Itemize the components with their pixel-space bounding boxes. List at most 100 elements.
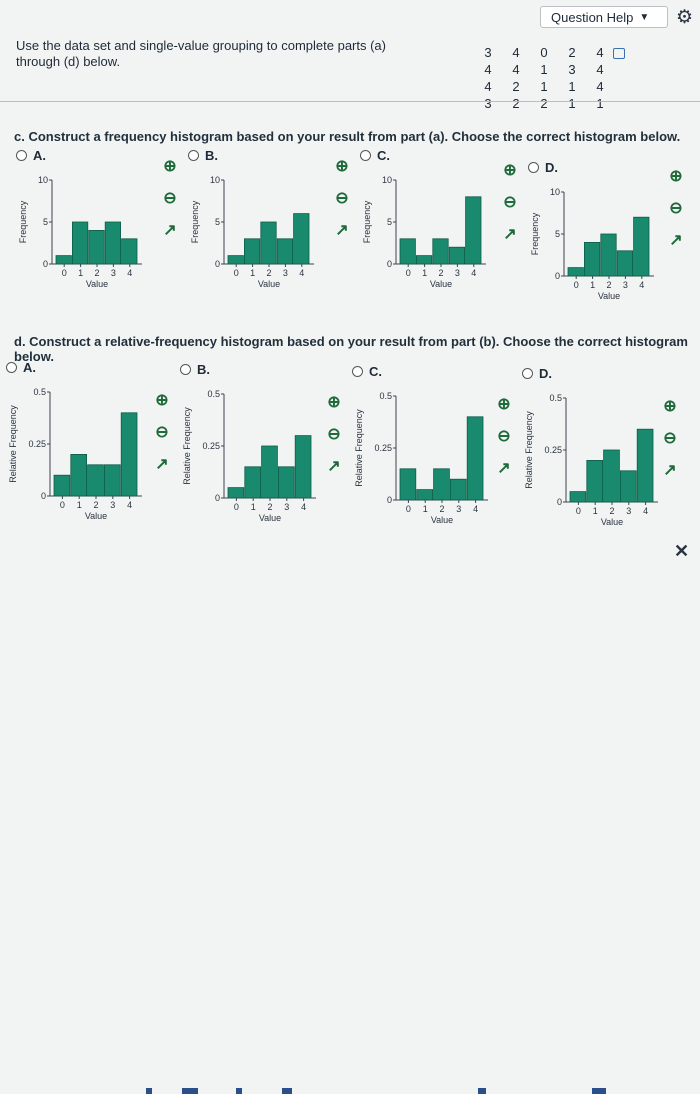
zoom-out-icon[interactable]: ⊖ [494,426,514,446]
zoom-out-icon[interactable]: ⊖ [324,424,344,444]
y-tick-label: 0 [215,493,220,503]
x-tick-label: 4 [301,502,306,512]
histogram-chart: Frequency 0 5 10 0 1 2 3 4 Value [18,175,142,289]
radio-button[interactable] [180,364,191,375]
histogram-bar [569,491,587,503]
option-radio-row[interactable]: A. [6,360,36,375]
zoom-out-icon[interactable]: ⊖ [660,428,680,448]
y-tick-label: 0 [43,259,48,269]
open-new-window-icon[interactable]: ↗ [500,224,520,244]
zoom-in-icon[interactable]: ⊕ [152,390,172,410]
zoom-in-icon[interactable]: ⊕ [332,156,352,176]
x-tick-label: 1 [422,268,427,278]
option-letter: A. [33,148,46,163]
y-tick-label: 0.5 [33,387,46,397]
option-radio-row[interactable]: C. [360,148,390,163]
toolbar-glyph [478,1088,486,1094]
top-bar: Question Help ▼ ⚙ [0,0,700,32]
x-axis-label: Value [259,513,281,523]
option-radio-row[interactable]: B. [180,362,210,377]
x-tick-label: 3 [456,504,461,514]
radio-button[interactable] [16,150,27,161]
histogram-bar [104,221,121,265]
x-tick-label: 2 [438,268,443,278]
close-icon[interactable]: ✕ [674,541,689,562]
copy-data-icon[interactable] [613,48,625,59]
data-row: 4 2 1 1 4 [474,78,614,95]
option-radio-row[interactable]: D. [522,366,552,381]
open-new-window-icon[interactable]: ↗ [152,454,172,474]
histogram-bar [70,454,88,497]
option-letter: B. [205,148,218,163]
zoom-out-icon[interactable]: ⊖ [666,198,686,218]
option-radio-row[interactable]: B. [188,148,218,163]
y-tick-label: 0 [555,271,560,281]
x-tick-label: 4 [471,268,476,278]
histogram-bar [633,216,650,277]
part-d-option-a[interactable]: A. Relative Frequency 0 0.25 0.5 0 1 2 3 4 Value [6,360,176,521]
data-cell: 4 [596,45,604,60]
y-axis-label: Frequency [530,212,540,255]
open-new-window-icon[interactable]: ↗ [494,458,514,478]
histogram-bar [293,213,310,265]
option-radio-row[interactable]: A. [16,148,46,163]
y-tick-label: 0.5 [379,391,392,401]
x-tick-label: 3 [111,268,116,278]
radio-button[interactable] [188,150,199,161]
zoom-out-icon[interactable]: ⊖ [500,192,520,212]
option-letter: D. [539,366,552,381]
radio-button[interactable] [528,162,539,173]
option-radio-row[interactable]: D. [528,160,558,175]
radio-button[interactable] [6,362,17,373]
radio-button[interactable] [360,150,371,161]
gear-icon[interactable]: ⚙ [676,6,693,29]
zoom-in-icon[interactable]: ⊕ [324,392,344,412]
histogram-bar [448,246,465,265]
zoom-out-icon[interactable]: ⊖ [160,188,180,208]
zoom-in-icon[interactable]: ⊕ [666,166,686,186]
data-cell: 4 [512,45,520,60]
chart-tools: ⊕ ⊖ ↗ [494,394,516,490]
open-new-window-icon[interactable]: ↗ [160,220,180,240]
bottom-toolbar [0,540,700,1094]
chart-tools: ⊕ ⊖ ↗ [500,160,522,256]
radio-button[interactable] [522,368,533,379]
x-tick-label: 2 [94,268,99,278]
open-new-window-icon[interactable]: ↗ [324,456,344,476]
option-radio-row[interactable]: C. [352,364,382,379]
toolbar-glyph [282,1088,292,1094]
y-axis-label: Frequency [362,200,372,243]
histogram-chart: Relative Frequency 0 0.25 0.5 0 1 2 3 4 Value [182,389,316,523]
zoom-in-icon[interactable]: ⊕ [660,396,680,416]
zoom-in-icon[interactable]: ⊕ [500,160,520,180]
data-cell: 3 [568,62,576,77]
radio-button[interactable] [352,366,363,377]
histogram-bar [636,428,654,503]
histogram-bar [261,445,278,499]
histogram-bar [227,487,245,499]
data-cell: 2 [540,96,548,111]
zoom-in-icon[interactable]: ⊕ [160,156,180,176]
histogram-bar [416,489,434,501]
open-new-window-icon[interactable]: ↗ [660,460,680,480]
histogram-bar [55,255,72,265]
question-help-button[interactable]: Question Help ▼ [540,6,668,28]
open-new-window-icon[interactable]: ↗ [666,230,686,250]
data-row: 3 2 2 1 1 [474,95,614,112]
y-tick-label: 0 [557,497,562,507]
zoom-out-icon[interactable]: ⊖ [332,188,352,208]
chart-tools: ⊕ ⊖ ↗ [160,156,182,252]
option-letter: C. [369,364,382,379]
zoom-out-icon[interactable]: ⊖ [152,422,172,442]
histogram-bar [620,470,637,503]
x-axis-label: Value [598,291,620,301]
y-tick-label: 0.25 [28,439,46,449]
histogram-bar [600,233,617,277]
chart-tools: ⊕ ⊖ ↗ [660,396,682,492]
open-new-window-icon[interactable]: ↗ [332,220,352,240]
y-tick-label: 0.25 [202,441,220,451]
data-cell: 3 [484,45,492,60]
y-tick-label: 0 [387,495,392,505]
x-tick-label: 0 [576,506,581,516]
zoom-in-icon[interactable]: ⊕ [494,394,514,414]
